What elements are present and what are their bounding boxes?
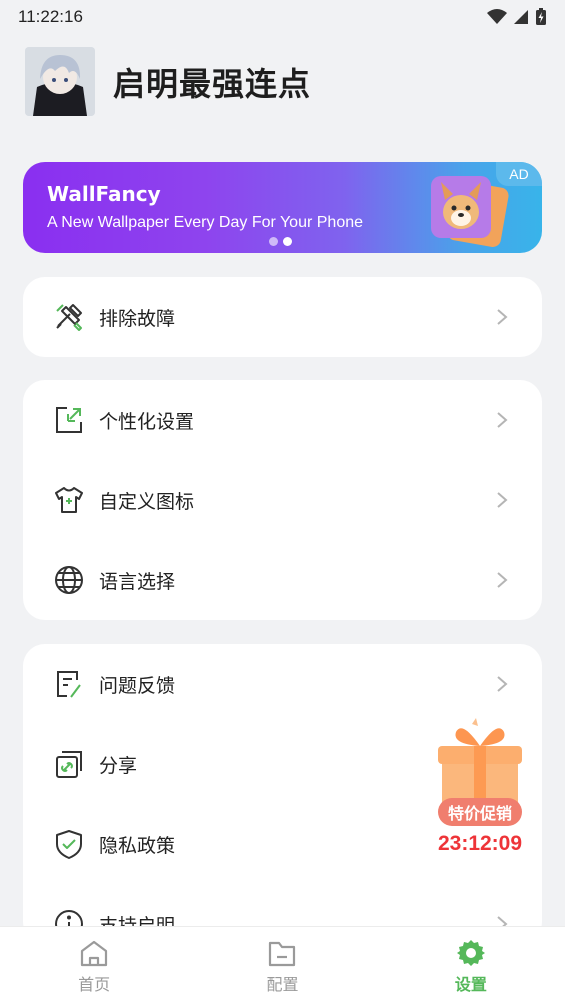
- row-label: 问题反馈: [99, 674, 176, 697]
- battery-charging-icon: [536, 8, 546, 25]
- home-icon: [81, 940, 108, 967]
- promo-countdown: 23:12:09: [437, 832, 523, 855]
- tab-home[interactable]: 首页: [0, 927, 188, 1004]
- row-label: 隐私政策: [99, 834, 176, 857]
- signal-icon: [514, 10, 528, 24]
- bottom-tab-bar: 首页 配置 设置: [0, 926, 565, 1004]
- globe-icon: [53, 564, 85, 596]
- ad-title: WallFancy: [47, 182, 161, 206]
- folder-icon: [269, 941, 296, 967]
- tab-settings[interactable]: 设置: [377, 927, 565, 1004]
- gear-icon: [456, 940, 485, 966]
- promo-label: 特价促销: [438, 798, 522, 826]
- status-icons: [487, 8, 547, 26]
- chevron-right-icon: [497, 572, 508, 588]
- chevron-right-icon: [497, 309, 508, 325]
- tab-config[interactable]: 配置: [188, 927, 376, 1004]
- chevron-right-icon: [497, 676, 508, 692]
- row-language[interactable]: 语言选择: [23, 540, 542, 620]
- chevron-right-icon: [497, 492, 508, 508]
- row-label: 个性化设置: [99, 410, 195, 433]
- promo-gift-widget[interactable]: 特价促销 23:12:09: [432, 718, 528, 860]
- tab-label: 设置: [454, 975, 487, 994]
- chevron-right-icon: [497, 412, 508, 428]
- troubleshoot-card: 排除故障: [23, 277, 542, 357]
- status-time: 11:22:16: [18, 7, 83, 26]
- feedback-icon: [53, 668, 85, 700]
- row-troubleshoot[interactable]: 排除故障: [23, 277, 542, 357]
- row-feedback[interactable]: 问题反馈: [23, 644, 542, 724]
- row-label: 排除故障: [99, 307, 176, 330]
- tab-label: 配置: [266, 975, 299, 994]
- ad-dot-active: [283, 237, 292, 246]
- shield-check-icon: [53, 828, 85, 860]
- wrench-icon: [53, 301, 85, 333]
- avatar[interactable]: [25, 47, 95, 116]
- ad-banner[interactable]: WallFancy A New Wallpaper Every Day For …: [23, 162, 542, 253]
- row-label: 语言选择: [99, 570, 176, 593]
- personalize-icon: [53, 404, 85, 436]
- wifi-icon: [487, 9, 507, 24]
- tab-label: 首页: [78, 975, 111, 994]
- share-link-icon: [53, 748, 85, 780]
- puppy-app-icon: [431, 176, 509, 247]
- ad-subtitle: A New Wallpaper Every Day For Your Phone: [47, 214, 364, 231]
- row-label: 自定义图标: [99, 490, 195, 513]
- profile-header: 启明最强连点: [25, 47, 311, 116]
- ad-pagination: [269, 237, 292, 246]
- status-bar: 11:22:16: [0, 0, 565, 34]
- profile-name: 启明最强连点: [113, 64, 312, 103]
- row-personalize[interactable]: 个性化设置: [23, 380, 542, 460]
- row-custom-icon[interactable]: 自定义图标: [23, 460, 542, 540]
- tshirt-icon: [53, 484, 85, 516]
- row-label: 分享: [99, 754, 138, 777]
- ad-dot: [269, 237, 278, 246]
- settings-card: 个性化设置 自定义图标 语言选择: [23, 380, 542, 620]
